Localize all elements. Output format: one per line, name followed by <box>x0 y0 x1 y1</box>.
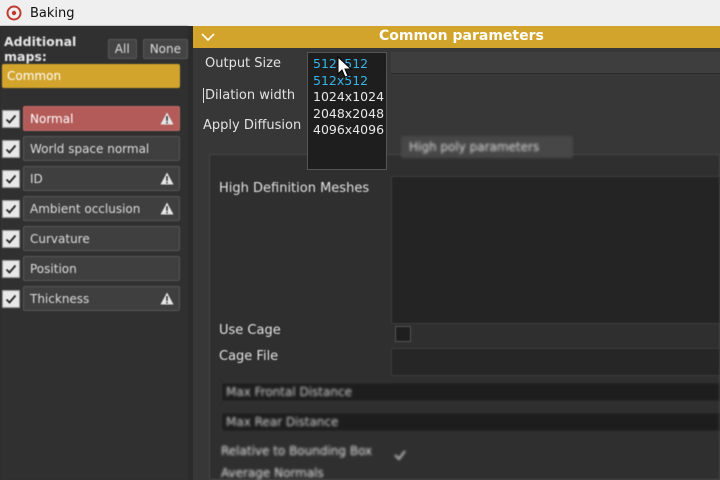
map-label: World space normal <box>30 141 150 156</box>
warning-icon <box>160 112 174 125</box>
map-label: Ambient occlusion <box>30 201 141 216</box>
output-size-option[interactable]: 2048x2048 <box>313 106 384 123</box>
map-button[interactable]: Thickness <box>23 286 180 311</box>
map-checkbox[interactable] <box>2 259 20 278</box>
app-logo-icon <box>6 5 22 21</box>
all-button[interactable]: All <box>107 39 137 59</box>
map-button[interactable]: Position <box>23 256 180 281</box>
checkmark-icon <box>5 174 17 184</box>
additional-maps-label: Additional maps: <box>4 34 77 64</box>
map-item[interactable]: World space normal <box>2 136 180 161</box>
window-title: Baking <box>30 5 75 21</box>
additional-maps-bar: Additional maps: All None <box>4 34 188 64</box>
output-size-field[interactable] <box>391 52 720 74</box>
checkmark-icon <box>5 114 17 124</box>
checkmark-icon <box>5 264 17 274</box>
map-label: Position <box>30 261 77 276</box>
output-size-label: Output Size <box>205 56 281 71</box>
left-panel: Additional maps: All None Common Normal W… <box>0 26 188 480</box>
map-label: ID <box>30 171 43 186</box>
map-button[interactable]: Curvature <box>23 226 180 251</box>
map-label: Curvature <box>30 231 90 246</box>
map-checkbox[interactable] <box>2 169 20 188</box>
relative-to-bounding-box-checkbox[interactable] <box>393 448 407 462</box>
map-checkbox[interactable] <box>2 229 20 248</box>
checkmark-icon <box>5 294 17 304</box>
checkmark-icon <box>5 234 17 244</box>
max-rear-distance-slider[interactable]: Max Rear Distance <box>221 412 720 432</box>
max-frontal-distance-slider[interactable]: Max Frontal Distance <box>221 382 720 402</box>
map-label: Thickness <box>30 291 90 306</box>
chevron-down-icon[interactable] <box>201 32 215 42</box>
map-checkbox[interactable] <box>2 139 20 158</box>
tab-common[interactable]: Common <box>2 64 180 88</box>
warning-icon <box>160 172 174 185</box>
relative-to-bounding-box-label: Relative to Bounding Box <box>221 444 373 458</box>
map-button[interactable]: ID <box>23 166 180 191</box>
map-item[interactable]: Position <box>2 256 180 281</box>
warning-icon <box>160 202 174 215</box>
mouse-cursor-icon <box>337 56 353 78</box>
map-item[interactable]: Ambient occlusion <box>2 196 180 221</box>
map-button[interactable]: Ambient occlusion <box>23 196 180 221</box>
common-parameters-header[interactable]: Common parameters <box>193 26 720 48</box>
warning-icon <box>160 292 174 305</box>
right-panel: Common parameters Output Size Dilation w… <box>193 26 720 480</box>
dilation-width-label: Dilation width <box>203 88 296 103</box>
map-list: Normal World space normal ID Ambient occlus… <box>2 106 180 316</box>
none-button[interactable]: None <box>142 39 188 59</box>
cage-file-field[interactable] <box>391 348 720 376</box>
output-size-option[interactable]: 4096x4096 <box>313 122 384 139</box>
use-cage-checkbox[interactable] <box>395 326 411 342</box>
checkmark-icon <box>5 204 17 214</box>
use-cage-label: Use Cage <box>219 323 281 338</box>
map-label: Normal <box>30 111 74 126</box>
output-size-option[interactable]: 1024x1024 <box>313 89 384 106</box>
map-button[interactable]: Normal <box>23 106 180 131</box>
checkmark-icon <box>5 144 17 154</box>
map-item[interactable]: ID <box>2 166 180 191</box>
map-button[interactable]: World space normal <box>23 136 180 161</box>
apply-diffusion-label: Apply Diffusion <box>203 118 302 133</box>
map-checkbox[interactable] <box>2 289 20 308</box>
high-definition-meshes-label: High Definition Meshes <box>219 181 370 196</box>
section-title: Common parameters <box>379 28 544 44</box>
map-checkbox[interactable] <box>2 109 20 128</box>
map-checkbox[interactable] <box>2 199 20 218</box>
map-item[interactable]: Curvature <box>2 226 180 251</box>
average-normals-label: Average Normals <box>221 466 324 480</box>
cage-file-label: Cage File <box>219 349 279 364</box>
tab-high-poly-parameters[interactable]: High poly parameters <box>401 136 573 158</box>
map-item[interactable]: Normal <box>2 106 180 131</box>
high-definition-meshes-list[interactable] <box>391 176 720 324</box>
map-item[interactable]: Thickness <box>2 286 180 311</box>
title-bar: Baking <box>0 0 720 26</box>
